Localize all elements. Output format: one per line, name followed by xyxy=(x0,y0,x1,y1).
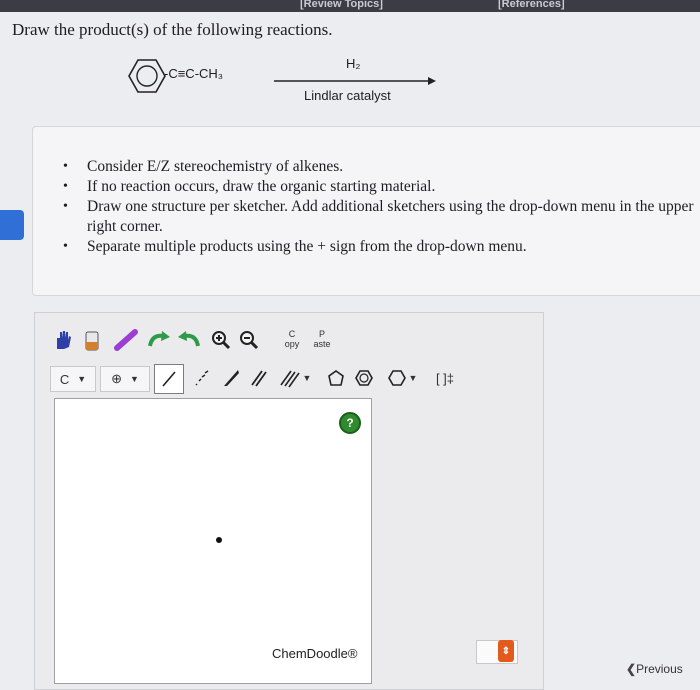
hash-bond-tool[interactable] xyxy=(188,364,214,392)
chevron-down-icon: ▼ xyxy=(302,373,312,383)
help-icon[interactable]: ? xyxy=(339,412,361,434)
chevron-down-icon: ▼ xyxy=(408,373,418,383)
eraser-icon[interactable] xyxy=(80,326,104,354)
atom-selector[interactable]: C ▼ xyxy=(50,366,96,392)
triple-bond-tool[interactable]: ▼ xyxy=(274,364,316,392)
paste-button[interactable]: P aste xyxy=(312,322,332,356)
charge-icon: ⊕ xyxy=(111,371,122,386)
charge-selector[interactable]: ⊕ ▼ xyxy=(100,366,150,392)
reaction-scheme: -C≡C-CH₃ H₂ Lindlar catalyst xyxy=(118,52,448,112)
previous-button[interactable]: ❮Previous xyxy=(626,662,683,676)
double-bond-tool[interactable] xyxy=(246,364,272,392)
atom-label: C xyxy=(59,371,70,387)
hand-tool-icon[interactable] xyxy=(50,326,74,354)
instruction-item: Separate multiple products using the + s… xyxy=(63,237,700,257)
chemdoodle-brand: ChemDoodle® xyxy=(272,646,358,661)
instruction-item: Draw one structure per sketcher. Add add… xyxy=(63,197,700,237)
wedge-bond-tool[interactable] xyxy=(218,364,244,392)
instruction-item: If no reaction occurs, draw the organic … xyxy=(63,177,700,197)
alkyne-substituent: -C≡C-CH₃ xyxy=(164,66,224,81)
reaction-arrow xyxy=(274,77,436,85)
catalyst-label: Lindlar catalyst xyxy=(304,88,391,103)
side-tab[interactable] xyxy=(0,210,24,240)
chevron-left-icon: ❮ xyxy=(626,662,637,676)
review-topics-link[interactable]: [Review Topics] xyxy=(300,0,383,10)
references-link[interactable]: [References] xyxy=(498,0,565,10)
chevron-down-icon: ▼ xyxy=(129,374,139,384)
cyclohexane-ring-icon[interactable]: ▼ xyxy=(380,364,424,392)
rotate-left-icon[interactable] xyxy=(146,326,172,354)
rotate-right-icon[interactable] xyxy=(176,326,202,354)
reagent-h2: H₂ xyxy=(346,56,361,71)
stepper-icon[interactable]: ⇕ xyxy=(498,640,514,662)
lasso-pen-icon[interactable] xyxy=(112,326,140,354)
benzene-tool-icon[interactable] xyxy=(352,364,376,392)
instructions-panel: Consider E/Z stereochemistry of alkenes.… xyxy=(32,126,700,296)
drawing-canvas[interactable] xyxy=(54,398,372,684)
previous-label: Previous xyxy=(636,662,683,676)
single-bond-tool[interactable] xyxy=(154,364,184,394)
zoom-out-icon[interactable] xyxy=(238,326,260,354)
chevron-down-icon: ▼ xyxy=(77,374,87,384)
top-bar: [Review Topics] [References] xyxy=(0,0,700,12)
copy-button[interactable]: C opy xyxy=(282,322,302,356)
canvas-atom-dot xyxy=(216,537,222,543)
bracket-tool[interactable]: [ ]‡ xyxy=(430,364,460,392)
cyclopentane-ring-icon[interactable] xyxy=(324,364,348,392)
instruction-item: Consider E/Z stereochemistry of alkenes. xyxy=(63,157,700,177)
zoom-in-icon[interactable] xyxy=(210,326,232,354)
question-text: Draw the product(s) of the following rea… xyxy=(12,20,333,39)
